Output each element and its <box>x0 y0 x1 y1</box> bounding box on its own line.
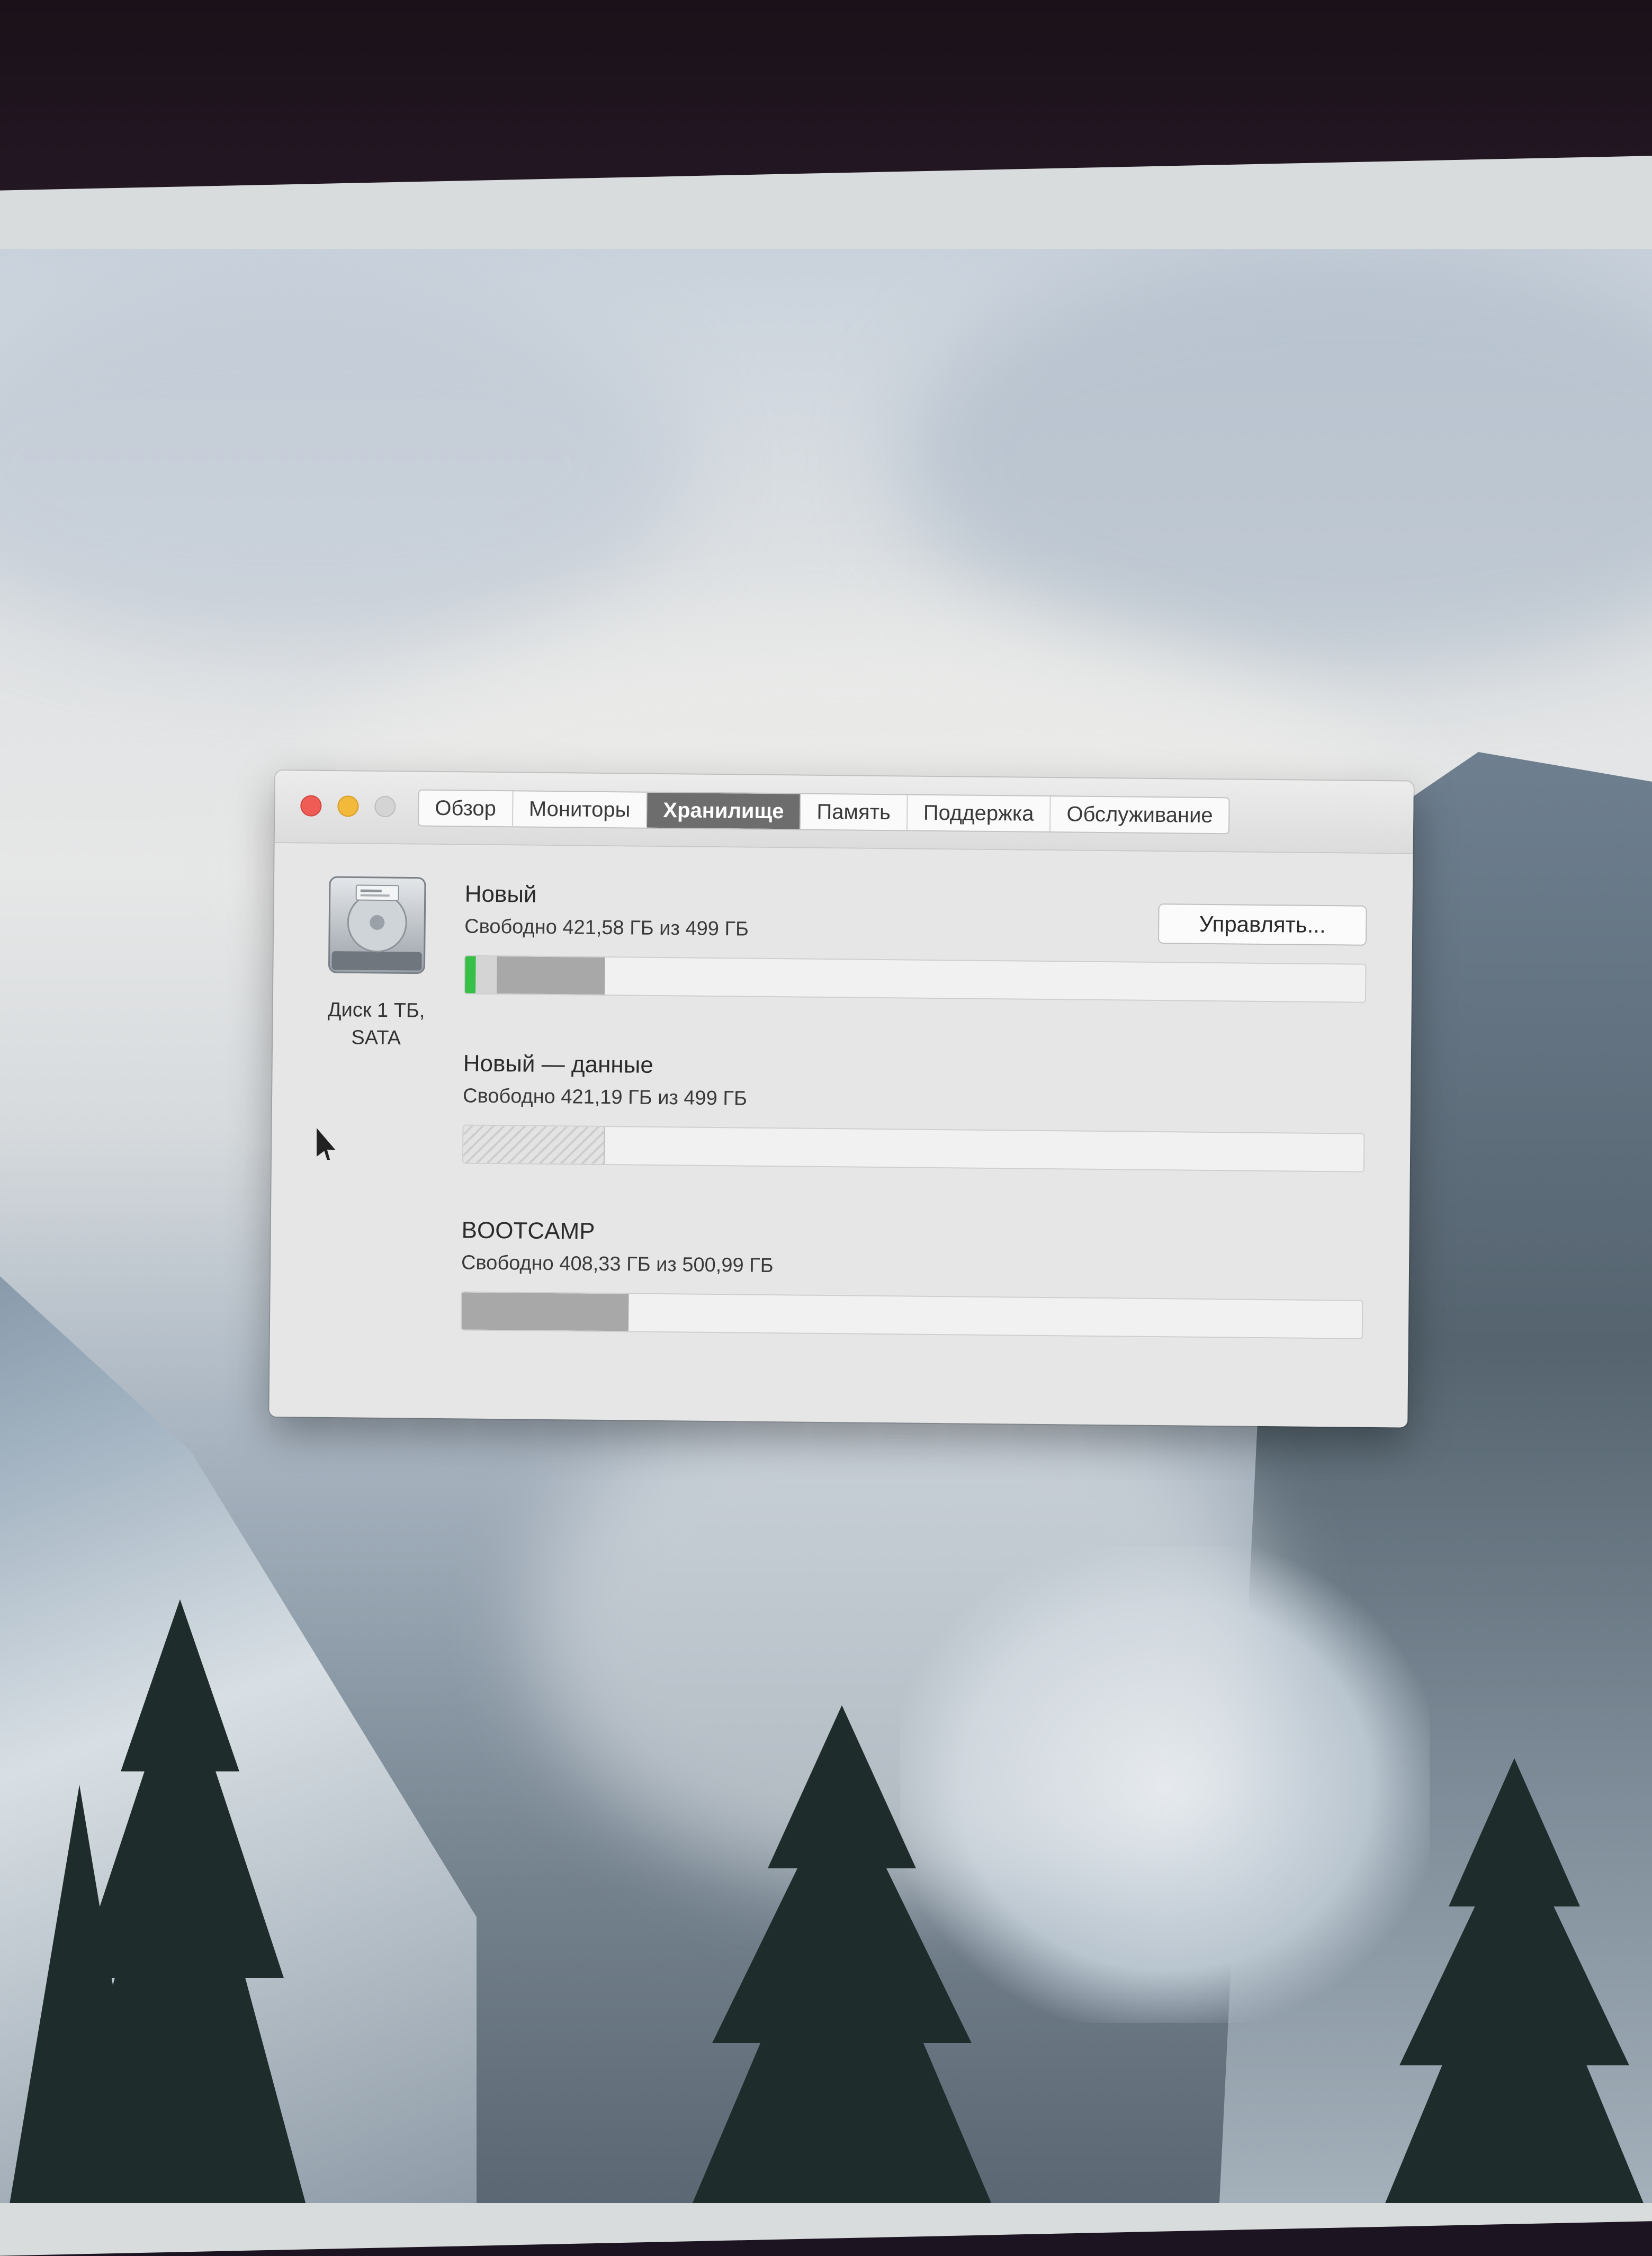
tab-memory[interactable]: Память <box>801 794 908 830</box>
volume-name: Новый — данные <box>463 1050 654 1078</box>
disk-label: Диск 1 ТБ, SATA <box>304 996 448 1053</box>
wallpaper-cloud <box>0 281 688 651</box>
tab-support[interactable]: Поддержка <box>907 795 1051 832</box>
manage-button[interactable]: Управлять... <box>1157 903 1367 946</box>
about-this-mac-window: Обзор Мониторы Хранилище Память Поддержк… <box>269 771 1414 1428</box>
storage-bar-used <box>461 1292 629 1331</box>
tab-service[interactable]: Обслуживание <box>1051 796 1229 833</box>
tab-bar: Обзор Мониторы Хранилище Память Поддержк… <box>417 789 1231 835</box>
volume-free-space: Свободно 421,19 ГБ из 499 ГБ <box>462 1085 748 1110</box>
storage-bar <box>462 1124 1365 1172</box>
volume-free-space: Свободно 408,33 ГБ из 500,99 ГБ <box>461 1251 774 1277</box>
tab-displays[interactable]: Мониторы <box>513 791 648 828</box>
volume-name: BOOTCAMP <box>461 1217 595 1245</box>
zoom-window-button[interactable] <box>374 795 396 818</box>
wallpaper-cloud <box>900 249 1652 673</box>
storage-bar <box>463 955 1367 1003</box>
volume-name: Новый <box>464 881 537 908</box>
disk-interface: SATA <box>351 1026 401 1050</box>
storage-bar-other <box>475 956 497 994</box>
disk-capacity: Диск 1 ТБ, <box>327 998 425 1022</box>
minimize-window-button[interactable] <box>337 795 359 817</box>
tab-storage[interactable]: Хранилище <box>647 792 801 829</box>
tab-overview[interactable]: Обзор <box>419 790 514 827</box>
hard-drive-icon <box>328 876 426 974</box>
storage-bar-apps <box>464 956 476 993</box>
window-titlebar[interactable]: Обзор Мониторы Хранилище Память Поддержк… <box>274 771 1414 854</box>
close-window-button[interactable] <box>300 795 322 817</box>
volume-free-space: Свободно 421,58 ГБ из 499 ГБ <box>464 915 749 941</box>
wallpaper-mist <box>529 1361 1271 1891</box>
storage-bar <box>460 1291 1363 1339</box>
storage-bar-calculating <box>463 1125 605 1165</box>
